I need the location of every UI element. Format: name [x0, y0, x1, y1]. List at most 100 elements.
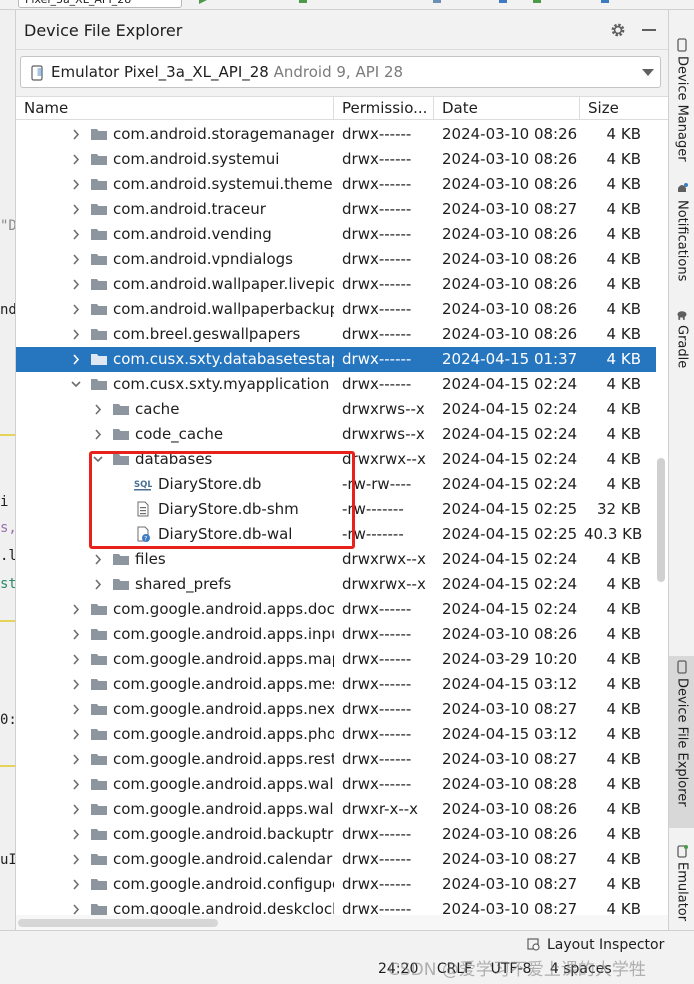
minimize-icon[interactable] [642, 29, 656, 31]
device-dropdown[interactable]: Emulator Pixel_3a_XL_API_28 Android 9, A… [20, 56, 661, 88]
table-row[interactable]: com.google.android.configupdater drwx----… [16, 872, 656, 897]
chevron-right-icon[interactable] [70, 197, 82, 222]
file-permissions: drwx------ [342, 225, 412, 243]
device-manager-toolbar-icon[interactable] [532, 0, 542, 4]
chevron-right-icon[interactable] [70, 872, 82, 897]
tool-device-file-explorer[interactable]: Device File Explorer [669, 656, 694, 828]
table-row[interactable]: SQL DiaryStore.db -rw-rw---- 2024-04-15 02:… [16, 472, 656, 497]
table-row[interactable]: com.google.android.apps.wallpaper drwx---… [16, 772, 656, 797]
table-row[interactable]: code_cache drwxrws--x 2024-04-15 02:24 4 KB [16, 422, 656, 447]
chevron-right-icon[interactable] [92, 572, 104, 597]
debug-icon[interactable] [298, 0, 308, 4]
chevron-right-icon[interactable] [70, 222, 82, 247]
table-row[interactable]: com.google.android.apps.wallpaper.nexus d… [16, 797, 656, 822]
table-row[interactable]: ? DiaryStore.db-wal -rw------- 2024-04-15 0… [16, 522, 656, 547]
table-row[interactable]: files drwxrwx--x 2024-04-15 02:24 4 KB [16, 547, 656, 572]
file-size: 4 KB [606, 850, 641, 868]
attach-debugger-icon[interactable] [432, 0, 442, 4]
table-row[interactable]: com.breel.geswallpapers drwx------ 2024-03… [16, 322, 656, 347]
tool-device-manager[interactable]: Device Manager [669, 34, 694, 164]
chevron-right-icon[interactable] [70, 622, 82, 647]
bell-icon [678, 183, 688, 192]
table-row[interactable]: com.android.traceur drwx------ 2024-03-10 … [16, 197, 656, 222]
chevron-right-icon[interactable] [70, 772, 82, 797]
table-row[interactable]: com.android.vending drwx------ 2024-03-10 … [16, 222, 656, 247]
chevron-right-icon[interactable] [70, 322, 82, 347]
chevron-right-icon[interactable] [70, 597, 82, 622]
chevron-down-icon[interactable] [92, 447, 104, 472]
table-row[interactable]: com.google.android.apps.nexuslauncher drw… [16, 697, 656, 722]
chevron-right-icon[interactable] [70, 797, 82, 822]
table-row[interactable]: com.google.android.apps.messaging drwx---… [16, 672, 656, 697]
tool-notifications[interactable]: Notifications [669, 178, 694, 296]
column-header-size[interactable]: Size [580, 97, 668, 119]
file-date: 2024-04-15 02:24 [442, 400, 578, 418]
table-row[interactable]: com.cusx.sxty.myapplication drwx------ 202… [16, 372, 656, 397]
folder-icon [91, 229, 107, 240]
file-name: com.android.systemui [113, 150, 280, 168]
table-row[interactable]: cache drwxrws--x 2024-04-15 02:24 4 KB [16, 397, 656, 422]
chevron-right-icon[interactable] [70, 122, 82, 147]
table-row[interactable]: com.google.android.apps.docs drwx------ 20… [16, 597, 656, 622]
chevron-right-icon[interactable] [70, 847, 82, 872]
table-row[interactable]: shared_prefs drwxrwx--x 2024-04-15 02:24 4 … [16, 572, 656, 597]
sync-icon[interactable] [498, 0, 508, 4]
chevron-right-icon[interactable] [92, 422, 104, 447]
table-row[interactable]: com.google.android.backuptransport drwx--… [16, 822, 656, 847]
gear-icon[interactable] [610, 22, 626, 38]
chevron-right-icon[interactable] [70, 672, 82, 697]
chevron-right-icon[interactable] [92, 397, 104, 422]
device-name: Emulator Pixel_3a_XL_API_28 Android 9, A… [51, 63, 404, 81]
table-row[interactable]: com.android.systemui.theme.dark drwx-----… [16, 172, 656, 197]
run-configuration-selector[interactable]: Pixel_3a_XL_API_28 [18, 0, 182, 8]
phone-folder-icon [677, 660, 687, 674]
table-row[interactable]: com.cusx.sxty.databasetestapp drwx------ 2… [16, 347, 656, 372]
file-date: 2024-03-10 08:26 [442, 825, 578, 843]
chevron-right-icon[interactable] [70, 172, 82, 197]
chevron-right-icon[interactable] [70, 647, 82, 672]
chevron-right-icon[interactable] [70, 722, 82, 747]
table-row[interactable]: com.google.android.deskclock drwx------ 20… [16, 897, 656, 917]
column-header-name[interactable]: Name [16, 97, 334, 119]
chevron-right-icon[interactable] [70, 697, 82, 722]
layout-inspector-button[interactable]: Layout Inspector [527, 937, 664, 953]
tool-gradle[interactable]: Gradle [669, 304, 694, 368]
table-row[interactable]: com.android.wallpaperbackup drwx------ 202… [16, 297, 656, 322]
table-row[interactable]: com.android.systemui drwx------ 2024-03-10… [16, 147, 656, 172]
table-row[interactable]: com.google.android.calendar drwx------ 202… [16, 847, 656, 872]
chevron-right-icon[interactable] [70, 272, 82, 297]
chevron-right-icon[interactable] [70, 247, 82, 272]
column-header-date[interactable]: Date [434, 97, 580, 119]
chevron-right-icon[interactable] [70, 347, 82, 372]
file-date: 2024-03-10 08:28 [442, 775, 578, 793]
column-header-permissions[interactable]: Permissio... [334, 97, 434, 119]
table-row[interactable]: databases drwxrwx--x 2024-04-15 02:24 4 KB [16, 447, 656, 472]
search-everywhere-icon[interactable] [600, 0, 610, 4]
chevron-down-icon[interactable] [70, 372, 82, 397]
run-icon[interactable] [198, 0, 208, 4]
table-row[interactable]: com.google.android.apps.photos drwx------… [16, 722, 656, 747]
table-row[interactable]: DiaryStore.db-shm -rw------- 2024-04-15 02… [16, 497, 656, 522]
chevron-right-icon[interactable] [70, 897, 82, 917]
folder-icon [91, 704, 107, 715]
table-row[interactable]: com.android.wallpaper.livepicker drwx----… [16, 272, 656, 297]
horizontal-scrollbar[interactable] [18, 919, 218, 927]
chevron-right-icon[interactable] [70, 297, 82, 322]
chevron-right-icon[interactable] [70, 747, 82, 772]
folder-icon [91, 729, 107, 740]
chevron-down-icon[interactable] [642, 69, 654, 76]
file-permissions: drwx------ [342, 775, 412, 793]
file-date: 2024-04-15 02:24 [442, 475, 578, 493]
table-row[interactable]: com.android.storagemanager drwx------ 2024… [16, 122, 656, 147]
tool-emulator[interactable]: Emulator [669, 840, 694, 924]
chevron-right-icon[interactable] [70, 822, 82, 847]
table-row[interactable]: com.google.android.apps.inputmethod drwx-… [16, 622, 656, 647]
vertical-scrollbar[interactable] [657, 458, 665, 582]
chevron-right-icon[interactable] [92, 547, 104, 572]
sql-file-icon: SQL [134, 480, 152, 491]
editor-highlight [0, 434, 15, 436]
table-row[interactable]: com.google.android.apps.maps drwx------ 20… [16, 647, 656, 672]
chevron-right-icon[interactable] [70, 147, 82, 172]
table-row[interactable]: com.android.vpndialogs drwx------ 2024-03-… [16, 247, 656, 272]
table-row[interactable]: com.google.android.apps.restore drwx-----… [16, 747, 656, 772]
